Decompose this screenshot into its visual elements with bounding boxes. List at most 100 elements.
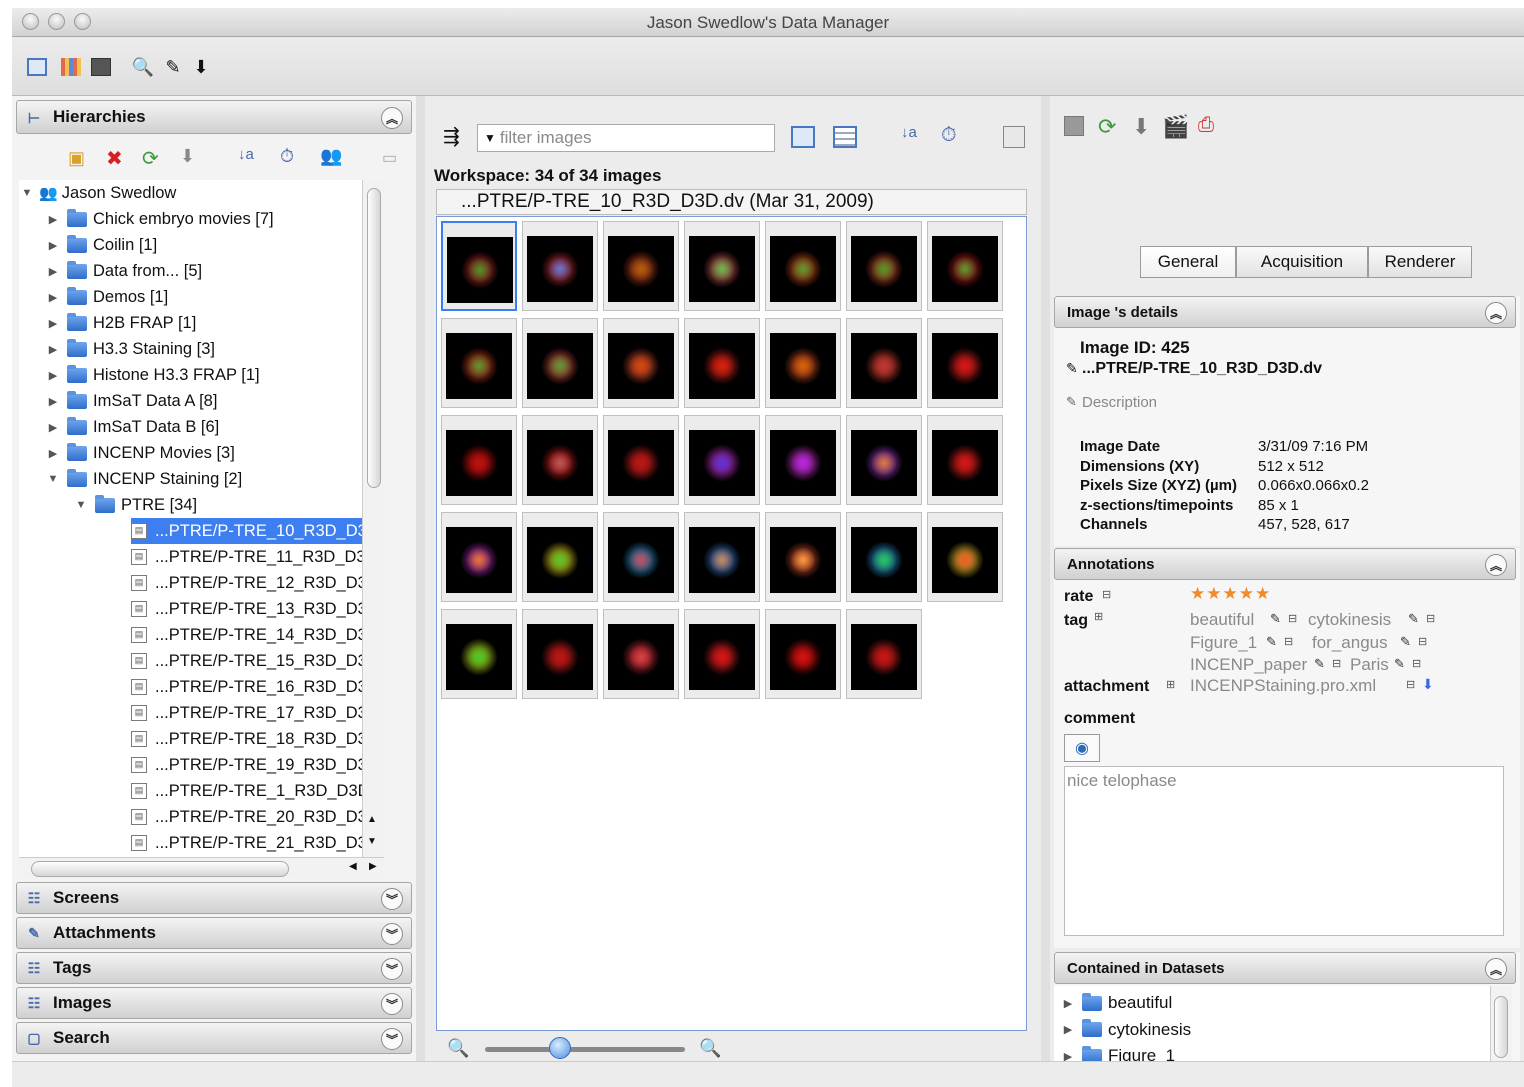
collapse-arrow-icon[interactable]: ▶ xyxy=(45,343,61,356)
image-thumbnail[interactable] xyxy=(846,415,922,505)
collapse-icon[interactable]: ︽ xyxy=(381,107,403,129)
tab-renderer[interactable]: Renderer xyxy=(1368,246,1472,278)
add-comment-icon[interactable]: ◉ xyxy=(1064,734,1100,762)
hierarchies-header[interactable]: ⊢ Hierarchies ︽ xyxy=(16,100,412,134)
image-thumbnail[interactable] xyxy=(684,609,760,699)
image-thumbnail[interactable] xyxy=(765,221,841,311)
tree-project-item[interactable]: ▶ H3.3 Staining [3] xyxy=(45,336,215,362)
tree-image-item[interactable]: ▤ ...PTRE/P-TRE_18_R3D_D3I xyxy=(131,726,384,752)
tree-project-item[interactable]: ▶ INCENP Movies [3] xyxy=(45,440,235,466)
edit-pencil-icon[interactable]: ✎ xyxy=(1408,611,1419,627)
star-icon[interactable]: ★ xyxy=(1255,584,1271,603)
new-container-icon[interactable]: ▣ xyxy=(68,148,85,169)
filter-toggle-icon[interactable]: ⇶ xyxy=(443,124,460,149)
remove-box-icon[interactable]: ⊟ xyxy=(1412,657,1421,670)
collapse-arrow-icon[interactable]: ▶ xyxy=(45,291,61,304)
star-icon[interactable]: ★ xyxy=(1190,584,1206,603)
collapse-arrow-icon[interactable]: ▶ xyxy=(45,369,61,382)
collapse-arrow-icon[interactable]: ▶ xyxy=(45,421,61,434)
tree-project-item[interactable]: ▶ Demos [1] xyxy=(45,284,168,310)
tree-root[interactable]: ▼ 👥 Jason Swedlow xyxy=(19,180,177,206)
collapse-arrow-icon[interactable]: ▶ xyxy=(45,265,61,278)
tree-image-item[interactable]: ▤ ...PTRE/P-TRE_11_R3D_D3I xyxy=(131,544,384,570)
tree-project-item[interactable]: ▶ H2B FRAP [1] xyxy=(45,310,196,336)
remove-box-icon[interactable]: ⊟ xyxy=(1426,612,1435,625)
expand-box-icon[interactable]: ⊞ xyxy=(1094,610,1103,623)
remove-box-icon[interactable]: ⊟ xyxy=(1332,657,1341,670)
grid-view-icon[interactable] xyxy=(58,54,84,80)
collapse-arrow-icon[interactable]: ▶ xyxy=(45,447,61,460)
users-icon[interactable]: 👥 xyxy=(320,146,342,167)
image-thumbnail[interactable] xyxy=(441,609,517,699)
hierarchy-icon[interactable]: ⬇ xyxy=(188,54,214,80)
tree-project-item[interactable]: ▶ Coilin [1] xyxy=(45,232,157,258)
tree-image-item[interactable]: ▤ ...PTRE/P-TRE_10_R3D_D3I xyxy=(131,518,384,544)
tag-edit-icon[interactable]: ✎ xyxy=(160,54,186,80)
image-thumbnail[interactable] xyxy=(603,318,679,408)
right-splitter[interactable] xyxy=(1041,96,1050,1061)
collapse-arrow-icon[interactable]: ▶ xyxy=(1060,997,1076,1010)
thumbnail-view-icon[interactable] xyxy=(791,126,815,148)
section-screens[interactable]: ☷ Screens ︾ xyxy=(16,882,412,914)
dataset-item[interactable]: ▶ cytokinesis xyxy=(1060,1017,1191,1043)
expand-icon[interactable]: ︾ xyxy=(381,993,403,1015)
tree-image-item[interactable]: ▤ ...PTRE/P-TRE_12_R3D_D3I xyxy=(131,570,384,596)
expand-arrow-icon[interactable]: ▼ xyxy=(45,473,61,485)
image-thumbnail[interactable] xyxy=(684,415,760,505)
tree-image-item[interactable]: ▤ ...PTRE/P-TRE_20_R3D_D3I xyxy=(131,804,384,830)
description-field[interactable]: Description xyxy=(1082,394,1157,411)
collapse-arrow-icon[interactable]: ▶ xyxy=(45,239,61,252)
tree-vscrollbar[interactable]: ▲ ▼ xyxy=(362,180,384,857)
edit-pencil-icon[interactable]: ✎ xyxy=(1266,634,1277,650)
sort-date-icon[interactable]: ⏱ xyxy=(941,124,957,147)
tree-image-item[interactable]: ▤ ...PTRE/P-TRE_17_R3D_D3I xyxy=(131,700,384,726)
image-thumbnail[interactable] xyxy=(522,415,598,505)
image-name[interactable]: ...PTRE/P-TRE_10_R3D_D3D.dv xyxy=(1082,360,1322,378)
image-thumbnail[interactable] xyxy=(522,318,598,408)
tree-project-item[interactable]: ▶ Data from... [5] xyxy=(45,258,202,284)
image-thumbnail[interactable] xyxy=(684,318,760,408)
remove-box-icon[interactable]: ⊟ xyxy=(1288,612,1297,625)
tree-hscroll-thumb[interactable] xyxy=(31,861,289,877)
refresh-icon[interactable]: ⟳ xyxy=(1098,114,1116,140)
datasets-scroll-thumb[interactable] xyxy=(1494,996,1508,1058)
tree-project-item[interactable]: ▼ INCENP Staining [2] xyxy=(45,466,242,492)
tree-image-item[interactable]: ▤ ...PTRE/P-TRE_1_R3D_D3D. xyxy=(131,778,384,804)
movie-icon[interactable]: 🎬 xyxy=(1162,114,1189,140)
image-thumbnail[interactable] xyxy=(846,221,922,311)
tab-acquisition[interactable]: Acquisition xyxy=(1236,246,1368,278)
collapse-icon[interactable]: ︽ xyxy=(1485,302,1507,324)
collapse-arrow-icon[interactable]: ▶ xyxy=(45,395,61,408)
section-attachments[interactable]: ✎ Attachments ︾ xyxy=(16,917,412,949)
image-thumbnail[interactable] xyxy=(765,415,841,505)
tree-image-item[interactable]: ▤ ...PTRE/P-TRE_19_R3D_D3I xyxy=(131,752,384,778)
section-search[interactable]: ▢ Search ︾ xyxy=(16,1022,412,1054)
import-icon[interactable]: ⬇ xyxy=(180,146,195,167)
image-thumbnail[interactable] xyxy=(765,609,841,699)
tree-project-item[interactable]: ▶ ImSaT Data B [6] xyxy=(45,414,219,440)
tree-vscroll-thumb[interactable] xyxy=(367,188,381,488)
expand-icon[interactable]: ︾ xyxy=(381,888,403,910)
edit-pencil-icon[interactable]: ✎ xyxy=(1066,394,1077,410)
expand-arrow-icon[interactable]: ▼ xyxy=(73,499,89,511)
collapse-arrow-icon[interactable]: ▶ xyxy=(45,213,61,226)
zoom-in-icon[interactable]: 🔍 xyxy=(699,1038,721,1059)
image-details-header[interactable]: Image 's details ︽ xyxy=(1054,296,1516,328)
scroll-up-arrow[interactable]: ▲ xyxy=(367,814,377,825)
edit-pencil-icon[interactable]: ✎ xyxy=(1270,611,1281,627)
datasets-header[interactable]: Contained in Datasets ︽ xyxy=(1054,952,1516,984)
collapse-arrow-icon[interactable]: ▶ xyxy=(45,317,61,330)
tag-item[interactable]: Figure_1 xyxy=(1190,633,1257,653)
tag-item[interactable]: INCENP_paper xyxy=(1190,655,1307,675)
export-icon[interactable]: ⎙ xyxy=(1198,114,1214,137)
remove-box-icon[interactable]: ⊟ xyxy=(1406,678,1415,691)
image-thumbnail[interactable] xyxy=(684,512,760,602)
image-thumbnail[interactable] xyxy=(441,415,517,505)
comment-textarea[interactable]: nice telophase xyxy=(1064,766,1504,936)
image-thumbnail[interactable] xyxy=(603,512,679,602)
remove-box-icon[interactable]: ⊟ xyxy=(1418,635,1427,648)
save-icon[interactable] xyxy=(1064,116,1084,136)
image-thumbnail[interactable] xyxy=(441,221,517,311)
tree-image-item[interactable]: ▤ ...PTRE/P-TRE_16_R3D_D3I xyxy=(131,674,384,700)
expand-icon[interactable]: ︾ xyxy=(381,1028,403,1050)
